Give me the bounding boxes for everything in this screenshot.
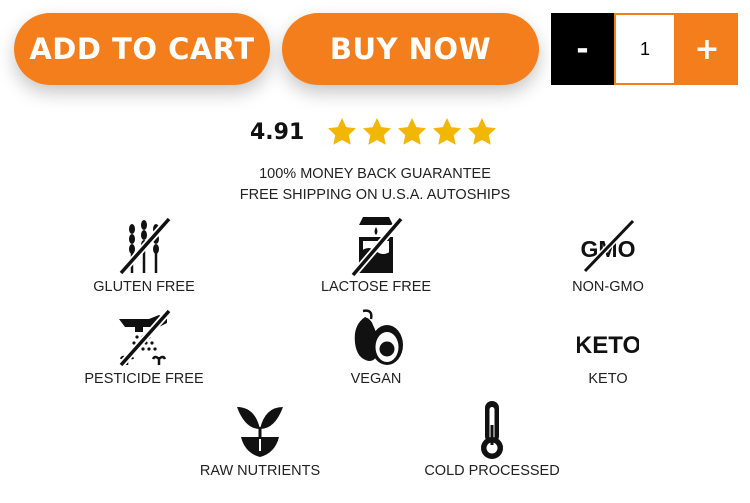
feature-gluten-free: GLUTEN FREE bbox=[59, 215, 229, 295]
thermometer-icon bbox=[481, 401, 503, 459]
decrease-quantity-button[interactable]: - bbox=[551, 13, 614, 85]
quantity-input[interactable] bbox=[614, 13, 676, 85]
non-gmo-icon: GMO bbox=[581, 218, 635, 274]
guarantee-text: 100% MONEY BACK GUARANTEE FREE SHIPPING … bbox=[0, 164, 750, 206]
star-icon bbox=[398, 118, 427, 145]
feature-label: KETO bbox=[588, 371, 628, 387]
feature-label: VEGAN bbox=[350, 371, 402, 387]
rating-score: 4.91 bbox=[250, 119, 305, 145]
product-rating: 4.91 bbox=[250, 116, 498, 148]
feature-label: GLUTEN FREE bbox=[93, 279, 195, 295]
crop-duster-icon bbox=[118, 308, 172, 368]
feature-non-gmo: GMO NON-GMO bbox=[523, 215, 693, 295]
feature-label: RAW NUTRIENTS bbox=[199, 463, 321, 479]
feature-label: NON-GMO bbox=[572, 279, 644, 295]
feature-raw-nutrients: RAW NUTRIENTS bbox=[175, 399, 345, 479]
feature-label: COLD PROCESSED bbox=[424, 463, 560, 479]
buy-now-button[interactable]: BUY NOW bbox=[282, 13, 539, 85]
rating-stars bbox=[326, 116, 498, 148]
feature-lactose-free: LACTOSE FREE bbox=[291, 215, 461, 295]
feature-cold-processed: COLD PROCESSED bbox=[407, 399, 577, 479]
star-icon bbox=[468, 118, 497, 145]
wheat-icon bbox=[118, 216, 172, 276]
feature-label: PESTICIDE FREE bbox=[84, 371, 204, 387]
avocado-pear-icon bbox=[354, 309, 403, 365]
add-to-cart-button[interactable]: ADD TO CART bbox=[14, 13, 270, 85]
increase-quantity-button[interactable]: + bbox=[676, 13, 738, 85]
feature-keto: KETO KETO bbox=[523, 307, 693, 387]
feature-pesticide-free: PESTICIDE FREE bbox=[59, 307, 229, 387]
keto-icon: KETO bbox=[577, 332, 639, 359]
free-shipping-note: FREE SHIPPING ON U.S.A. AUTOSHIPS bbox=[239, 187, 511, 203]
money-back-guarantee: 100% MONEY BACK GUARANTEE bbox=[259, 166, 491, 182]
milk-icon bbox=[350, 216, 404, 277]
feature-vegan: VEGAN bbox=[291, 307, 461, 387]
feature-label: LACTOSE FREE bbox=[320, 279, 432, 295]
sprout-icon bbox=[237, 407, 283, 457]
star-icon bbox=[363, 118, 392, 145]
svg-text:KETO: KETO bbox=[577, 332, 639, 359]
star-icon bbox=[433, 118, 462, 145]
quantity-stepper: - + bbox=[551, 13, 738, 85]
star-icon bbox=[328, 118, 357, 145]
